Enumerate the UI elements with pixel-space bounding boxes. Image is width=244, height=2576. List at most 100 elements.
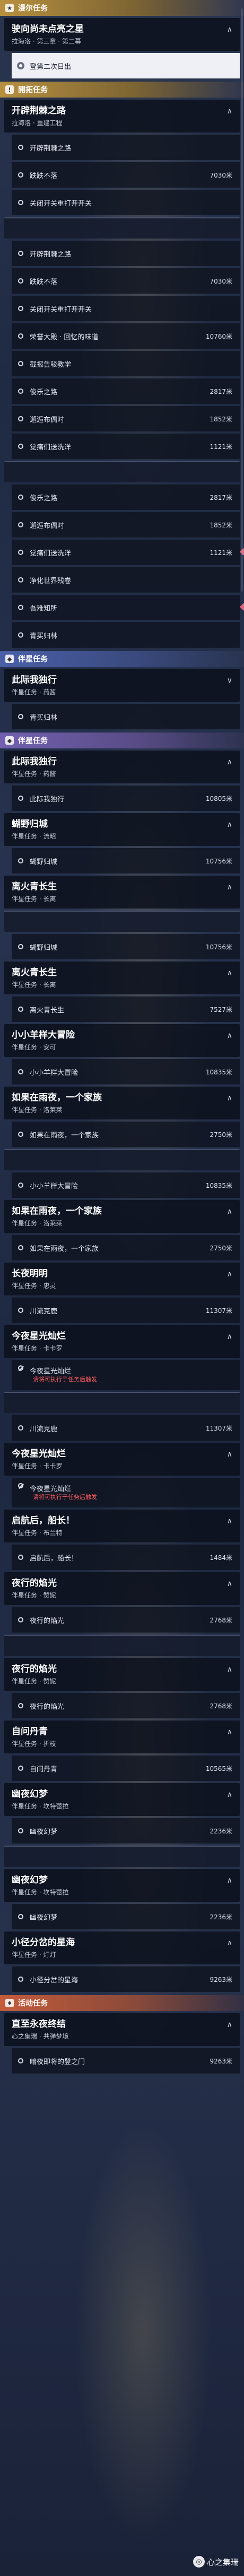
- quest-step[interactable]: 蝴野归城 10756米: [12, 848, 240, 874]
- quest-card[interactable]: 自问丹青 伴星任务 · 折枝 ∧: [4, 1721, 240, 1753]
- quest-step[interactable]: 青买归林: [12, 622, 240, 648]
- quest-step[interactable]: 幽夜幻梦 2236米: [12, 1818, 240, 1843]
- quest-card[interactable]: 离火青长生 伴星任务 · 长离 ∧: [4, 876, 240, 908]
- section-header[interactable]: ◆ 伴星任务: [0, 651, 244, 667]
- quest-card[interactable]: [4, 217, 240, 239]
- chevron-icon[interactable]: ∧: [227, 1790, 232, 1799]
- step-label: 俊乐之路: [30, 494, 58, 502]
- quest-card[interactable]: [4, 911, 240, 932]
- chevron-icon[interactable]: ∧: [227, 1333, 232, 1341]
- quest-card[interactable]: 驶向尚未点亮之星 拉海洛 · 第三章 · 第二幕 ∧: [4, 18, 240, 51]
- quest-card[interactable]: 幽夜幻梦 伴星任务 · 坎特蕾拉 ∧: [4, 1783, 240, 1816]
- quest-step[interactable]: 今夜星光灿烂 请将可执行于任务后触发: [12, 1360, 240, 1390]
- quest-step[interactable]: 此际我独行 10805米: [12, 786, 240, 811]
- quest-step[interactable]: 夜行的焰光 2768米: [12, 1607, 240, 1633]
- quest-step[interactable]: 邂逅布偶时 1852米: [12, 406, 240, 431]
- quest-card[interactable]: 启航后，船长！ 伴星任务 · 布兰特 ∧: [4, 1510, 240, 1542]
- chevron-icon[interactable]: ∧: [227, 969, 232, 977]
- chevron-icon[interactable]: ∨: [227, 676, 232, 685]
- quest-step[interactable]: 小径分岔的星海 9263米: [12, 1966, 240, 1992]
- chevron-icon[interactable]: ∧: [227, 2021, 232, 2029]
- section-header[interactable]: ! 開拓任务: [0, 82, 244, 98]
- quest-step[interactable]: 川流克鹿 11307米: [12, 1415, 240, 1441]
- chevron-icon[interactable]: ∧: [227, 821, 232, 829]
- chevron-icon[interactable]: ∧: [227, 107, 232, 116]
- section-header[interactable]: ◆ 伴星任务: [0, 733, 244, 748]
- quest-card[interactable]: [4, 1846, 240, 1867]
- quest-step[interactable]: 觉痛们送洗洋 1121米: [12, 434, 240, 459]
- quest-step[interactable]: 邂逅布偶时 1852米: [12, 512, 240, 537]
- chevron-icon[interactable]: ∧: [227, 1270, 232, 1278]
- quest-card[interactable]: 幽夜幻梦 伴星任务 · 坎特蕾拉 ∧: [4, 1869, 240, 1902]
- quest-step[interactable]: 如果在雨夜，一个家族 2750米: [12, 1122, 240, 1147]
- quest-step[interactable]: 启航后，船长！ 1484米: [12, 1545, 240, 1570]
- quest-card[interactable]: 开辟荆棘之路 拉海洛 · 重建工程 ∧: [4, 100, 240, 133]
- step-circle-icon: [18, 251, 23, 256]
- quest-step[interactable]: 跌跌不落 7030米: [12, 162, 240, 188]
- quest-step[interactable]: 夜行的焰光 2768米: [12, 1693, 240, 1718]
- section-header[interactable]: ★ 漫尔任务: [0, 0, 244, 16]
- quest-step[interactable]: 小小羊样大冒险 10835米: [12, 1172, 240, 1198]
- chevron-icon[interactable]: ∧: [227, 883, 232, 892]
- quest-card[interactable]: [4, 1392, 240, 1413]
- quest-step[interactable]: 蝴野归城 10756米: [12, 934, 240, 959]
- quest-step[interactable]: 登第二次日出: [12, 53, 240, 78]
- quest-step[interactable]: 离火青长生 7527米: [12, 996, 240, 1022]
- chevron-icon[interactable]: ∧: [227, 1876, 232, 1885]
- quest-card[interactable]: 小小羊样大冒险 伴星任务 · 安可 ∧: [4, 1024, 240, 1057]
- quest-card[interactable]: 此际我独行 伴星任务 · 药酱 ∨: [4, 669, 240, 702]
- chevron-icon[interactable]: ∧: [227, 1207, 232, 1216]
- chevron-icon[interactable]: ∧: [227, 1939, 232, 1947]
- step-label: 跌跌不落: [30, 278, 58, 286]
- quest-step[interactable]: 净化世界残卷: [12, 567, 240, 593]
- quest-card[interactable]: 夜行的焰光 伴星任务 · 赞妮 ∧: [4, 1572, 240, 1605]
- quest-step[interactable]: 幽夜幻梦 2236米: [12, 1904, 240, 1929]
- scrollbar[interactable]: [241, 8, 243, 592]
- section-header[interactable]: ♦ 活动任务: [0, 1995, 244, 2011]
- quest-step[interactable]: 开辟荆棘之路: [12, 241, 240, 266]
- quest-step[interactable]: 关闭开关重打开开关: [12, 296, 240, 321]
- chevron-icon[interactable]: ∧: [227, 1031, 232, 1040]
- quest-card[interactable]: 此际我独行 伴星任务 · 药酱 ∧: [4, 751, 240, 783]
- quest-card[interactable]: 离火青长生 伴星任务 · 长离 ∧: [4, 961, 240, 994]
- quest-subtitle: 伴星任务 · 灯灯: [12, 1951, 56, 1959]
- quest-step[interactable]: 青买归林: [12, 704, 240, 729]
- quest-step[interactable]: 自问丹青 10565米: [12, 1755, 240, 1781]
- chevron-icon[interactable]: ∧: [227, 1665, 232, 1674]
- quest-step[interactable]: 跌跌不落 7030米: [12, 268, 240, 294]
- chevron-icon[interactable]: ∧: [227, 1580, 232, 1588]
- quest-card[interactable]: 蝴野归城 伴星任务 · 流昭 ∧: [4, 813, 240, 846]
- quest-subtitle: 心之集瑞 · 共弹梦境: [12, 2033, 69, 2040]
- quest-step[interactable]: 开辟荆棘之路: [12, 135, 240, 160]
- quest-card[interactable]: 直至永夜终结 心之集瑞 · 共弹梦境 ∧: [4, 2013, 240, 2046]
- quest-step[interactable]: 荣誉大殿 · 回忆的味道 10760米: [12, 323, 240, 349]
- quest-card[interactable]: 如果在雨夜，一个家族 伴星任务 · 洛莱莱 ∧: [4, 1087, 240, 1119]
- quest-step[interactable]: 如果在雨夜，一个家族 2750米: [12, 1235, 240, 1260]
- quest-step[interactable]: 觉痛们送洗洋 1121米: [12, 540, 244, 565]
- chevron-icon[interactable]: ∧: [227, 25, 232, 34]
- quest-card[interactable]: 夜行的焰光 伴星任务 · 赞妮 ∧: [4, 1658, 240, 1691]
- quest-step[interactable]: 俊乐之路 2817米: [12, 484, 240, 510]
- quest-step[interactable]: 小小羊样大冒险 10835米: [12, 1059, 240, 1084]
- quest-step[interactable]: 俊乐之路 2817米: [12, 378, 240, 404]
- quest-step[interactable]: 暗夜即将的登之门 9263米: [12, 2048, 240, 2074]
- quest-card[interactable]: 如果在雨夜，一个家族 伴星任务 · 洛莱莱 ∧: [4, 1200, 240, 1233]
- quest-card[interactable]: 今夜星光灿烂 伴星任务 · 卡卡罗 ∧: [4, 1325, 240, 1358]
- quest-step[interactable]: 关闭开关重打开开关: [12, 190, 240, 215]
- quest-card[interactable]: 长夜明明 伴星任务 · 忠灵 ∧: [4, 1263, 240, 1295]
- quest-title: 幽夜幻梦: [12, 1789, 48, 1799]
- quest-step[interactable]: 吾难知所: [12, 595, 244, 620]
- chevron-icon[interactable]: ∧: [227, 1450, 232, 1459]
- quest-card[interactable]: 小径分岔的星海 伴星任务 · 灯灯 ∧: [4, 1931, 240, 1964]
- chevron-icon[interactable]: ∧: [227, 1728, 232, 1736]
- chevron-icon[interactable]: ∧: [227, 1094, 232, 1102]
- quest-step[interactable]: 截报告驳教学: [12, 351, 240, 376]
- quest-card[interactable]: [4, 1635, 240, 1656]
- chevron-icon[interactable]: ∧: [227, 758, 232, 766]
- chevron-icon[interactable]: ∧: [227, 1517, 232, 1525]
- quest-step[interactable]: 川流克鹿 11307米: [12, 1298, 240, 1323]
- quest-step[interactable]: 今夜星光灿烂 请将可执行于任务后触发: [12, 1478, 240, 1507]
- quest-card[interactable]: [4, 1149, 240, 1170]
- quest-card[interactable]: 今夜星光灿烂 伴星任务 · 卡卡罗 ∧: [4, 1443, 240, 1476]
- quest-card[interactable]: [4, 461, 240, 482]
